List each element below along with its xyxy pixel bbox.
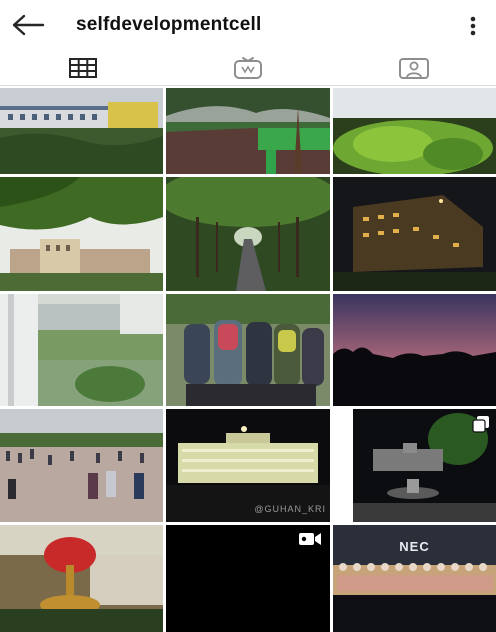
- post-thumbnail[interactable]: [333, 88, 496, 174]
- more-vertical-icon: [470, 16, 476, 36]
- back-button[interactable]: [10, 12, 46, 38]
- post-thumbnail[interactable]: [0, 525, 163, 632]
- post-thumbnail[interactable]: @GUHAN_KRI: [166, 409, 330, 522]
- post-thumbnail[interactable]: [333, 409, 496, 522]
- carousel-badge: [472, 415, 490, 438]
- tab-posts-grid[interactable]: [0, 50, 165, 86]
- post-thumbnail[interactable]: [166, 177, 330, 291]
- tab-igtv[interactable]: [165, 50, 330, 86]
- more-options-button[interactable]: [462, 14, 484, 38]
- screen-text: NEC: [399, 539, 430, 554]
- post-thumbnail[interactable]: [166, 88, 330, 174]
- tabs-divider: [0, 85, 496, 86]
- profile-header: selfdevelopmentcell: [0, 0, 496, 50]
- arrow-left-icon: [12, 14, 45, 36]
- post-thumbnail[interactable]: [333, 294, 496, 406]
- post-thumbnail[interactable]: NEC: [333, 525, 496, 632]
- igtv-icon: [233, 57, 262, 79]
- profile-tabs: [0, 50, 496, 86]
- post-thumbnail[interactable]: [0, 88, 163, 174]
- posts-grid: @GUHAN_KRI NEC: [0, 88, 496, 632]
- post-thumbnail[interactable]: [0, 177, 163, 291]
- post-thumbnail[interactable]: [0, 409, 163, 522]
- video-badge: [298, 531, 322, 552]
- grid-icon: [68, 58, 97, 78]
- tab-tagged[interactable]: [331, 50, 496, 86]
- post-thumbnail[interactable]: [166, 525, 330, 632]
- video-camera-icon: [299, 533, 321, 545]
- tagged-user-icon: [398, 58, 429, 79]
- post-thumbnail[interactable]: [166, 294, 330, 406]
- carousel-icon: [472, 416, 489, 433]
- post-thumbnail[interactable]: [333, 177, 496, 291]
- post-thumbnail[interactable]: [0, 294, 163, 406]
- post-watermark: @GUHAN_KRI: [254, 504, 326, 514]
- profile-username: selfdevelopmentcell: [76, 14, 262, 35]
